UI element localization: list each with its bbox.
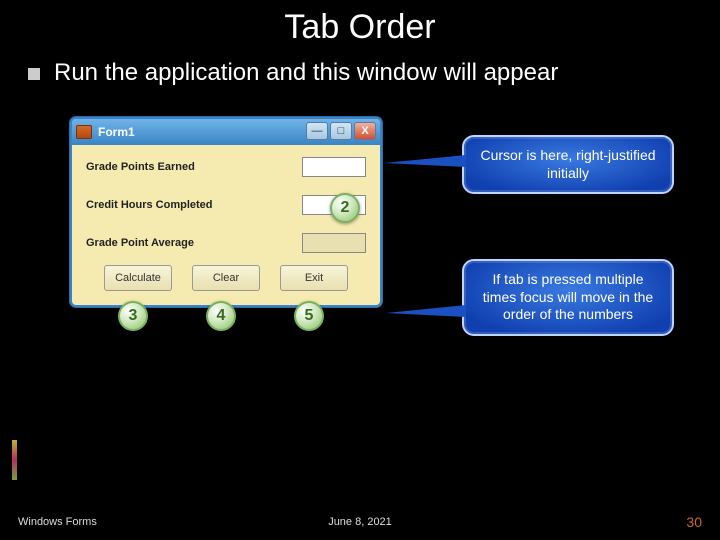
- minimize-button[interactable]: —: [306, 122, 328, 140]
- close-button[interactable]: X: [354, 122, 376, 140]
- callout-cursor-text: Cursor is here, right-justified initiall…: [480, 147, 655, 181]
- tab-badge-3: 3: [118, 301, 148, 331]
- tab-badge-4: 4: [206, 301, 236, 331]
- input-gpa[interactable]: [302, 233, 366, 253]
- window-title: Form1: [98, 125, 135, 139]
- slide-footer: Windows Forms June 8, 2021 30: [0, 514, 720, 530]
- window-controls: — □ X: [306, 122, 376, 140]
- content-area: Form1 — □ X Grade Points Earned Credit H…: [0, 87, 720, 447]
- clear-button[interactable]: Clear: [192, 265, 260, 291]
- bullet-marker-icon: [28, 68, 40, 80]
- maximize-button[interactable]: □: [330, 122, 352, 140]
- exit-button[interactable]: Exit: [280, 265, 348, 291]
- row-grade-points: Grade Points Earned: [86, 157, 366, 177]
- bullet-text: Run the application and this window will…: [54, 59, 558, 87]
- callout-cursor: Cursor is here, right-justified initiall…: [462, 135, 674, 194]
- label-grade-points: Grade Points Earned: [86, 161, 302, 173]
- app-icon: [76, 125, 92, 139]
- row-gpa: Grade Point Average: [86, 233, 366, 253]
- label-credit-hours: Credit Hours Completed: [86, 199, 302, 211]
- tab-badge-2: 2: [330, 193, 360, 223]
- bullet-item: Run the application and this window will…: [0, 47, 720, 87]
- callout-tab-text: If tab is pressed multiple times focus w…: [483, 271, 653, 322]
- label-gpa: Grade Point Average: [86, 237, 302, 249]
- callout-tab: If tab is pressed multiple times focus w…: [462, 259, 674, 336]
- tab-badge-5: 5: [294, 301, 324, 331]
- callout-tail-icon: [384, 155, 466, 167]
- callout-tail-icon: [386, 305, 466, 317]
- slide-title: Tab Order: [0, 0, 720, 47]
- input-grade-points[interactable]: [302, 157, 366, 177]
- footer-date: June 8, 2021: [0, 516, 720, 528]
- row-credit-hours: Credit Hours Completed: [86, 195, 366, 215]
- calculate-button[interactable]: Calculate: [104, 265, 172, 291]
- window-titlebar: Form1 — □ X: [72, 119, 380, 145]
- accent-bar-icon: [12, 440, 17, 480]
- button-row: Calculate Clear Exit: [86, 265, 366, 291]
- window-body: Grade Points Earned Credit Hours Complet…: [72, 145, 380, 305]
